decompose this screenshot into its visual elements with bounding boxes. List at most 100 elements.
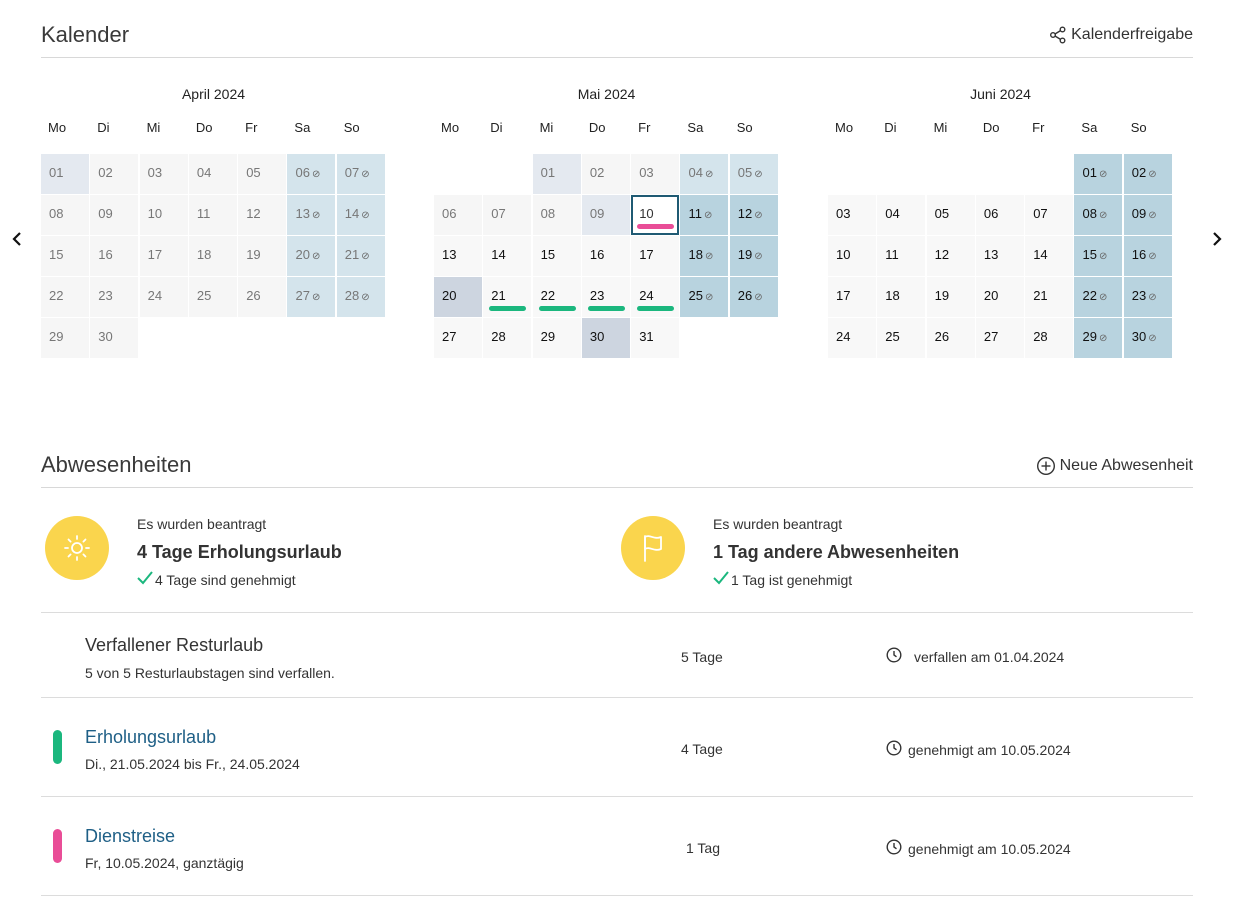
day-cell[interactable]: 25: [188, 277, 237, 317]
day-cell[interactable]: 19: [238, 236, 287, 276]
day-cell[interactable]: 27: [975, 318, 1024, 358]
absence-row-title-link[interactable]: Erholungsurlaub: [85, 727, 216, 748]
calendar-share-button[interactable]: Kalenderfreigabe: [1049, 26, 1193, 44]
day-cell[interactable]: 07: [1025, 195, 1074, 235]
day-cell[interactable]: 19: [926, 277, 975, 317]
day-cell[interactable]: 20 ⊘: [287, 236, 336, 276]
day-cell[interactable]: 01 ⊘: [1074, 154, 1123, 194]
day-cell[interactable]: 23: [581, 277, 630, 317]
day-cell[interactable]: 04 ⊘: [680, 154, 729, 194]
day-cell[interactable]: 13: [434, 236, 482, 276]
day-cell[interactable]: 18 ⊘: [680, 236, 729, 276]
day-cell[interactable]: 07 ⊘: [336, 154, 385, 194]
day-cell[interactable]: 26: [926, 318, 975, 358]
day-cell[interactable]: 14 ⊘: [336, 195, 385, 235]
day-cell[interactable]: 12: [238, 195, 287, 235]
day-cell[interactable]: 03: [631, 154, 680, 194]
day-cell[interactable]: 03: [139, 154, 188, 194]
day-cell[interactable]: 02: [581, 154, 630, 194]
day-cell[interactable]: 08 ⊘: [1074, 195, 1123, 235]
day-cell-today[interactable]: 10: [631, 195, 680, 235]
day-cell[interactable]: 28: [483, 318, 532, 358]
day-cell[interactable]: 21: [483, 277, 532, 317]
day-cell[interactable]: 25: [877, 318, 926, 358]
day-cell[interactable]: 24: [139, 277, 188, 317]
day-cell[interactable]: 24: [631, 277, 680, 317]
new-absence-button[interactable]: Neue Abwesenheit: [1036, 456, 1193, 476]
day-cell[interactable]: 27 ⊘: [287, 277, 336, 317]
day-cell[interactable]: 21 ⊘: [336, 236, 385, 276]
day-cell[interactable]: 17: [828, 277, 876, 317]
day-cell[interactable]: 16: [90, 236, 139, 276]
absence-row-vacation[interactable]: Erholungsurlaub Di., 21.05.2024 bis Fr.,…: [41, 697, 1193, 797]
day-cell[interactable]: 14: [1025, 236, 1074, 276]
day-cell[interactable]: 05: [926, 195, 975, 235]
day-cell[interactable]: 22: [532, 277, 581, 317]
day-cell[interactable]: 26 ⊘: [729, 277, 778, 317]
day-cell[interactable]: 01: [41, 154, 89, 194]
day-cell[interactable]: 01: [532, 154, 581, 194]
absence-row-business-trip[interactable]: Dienstreise Fr, 10.05.2024, ganztägig 1 …: [41, 796, 1193, 896]
day-cell[interactable]: 30 ⊘: [1123, 318, 1172, 358]
day-cell[interactable]: 17: [139, 236, 188, 276]
day-cell[interactable]: 06: [434, 195, 482, 235]
day-cell[interactable]: 27: [434, 318, 482, 358]
day-cell[interactable]: 24: [828, 318, 876, 358]
day-cell[interactable]: 13: [975, 236, 1024, 276]
day-cell[interactable]: 28: [1025, 318, 1074, 358]
day-cell[interactable]: 05: [238, 154, 287, 194]
day-cell[interactable]: 18: [877, 277, 926, 317]
day-cell[interactable]: 13 ⊘: [287, 195, 336, 235]
day-cell[interactable]: 02: [90, 154, 139, 194]
day-cell[interactable]: 20: [975, 277, 1024, 317]
day-cell[interactable]: 09: [581, 195, 630, 235]
day-cell[interactable]: 07: [483, 195, 532, 235]
day-cell[interactable]: 04: [188, 154, 237, 194]
day-cell[interactable]: 14: [483, 236, 532, 276]
day-cell[interactable]: 06 ⊘: [287, 154, 336, 194]
day-cell[interactable]: 19 ⊘: [729, 236, 778, 276]
day-cell[interactable]: 10: [139, 195, 188, 235]
day-cell[interactable]: 15 ⊘: [1074, 236, 1123, 276]
day-cell[interactable]: 25 ⊘: [680, 277, 729, 317]
absence-row-title-link[interactable]: Dienstreise: [85, 826, 175, 847]
day-cell[interactable]: 23 ⊘: [1123, 277, 1172, 317]
day-cell[interactable]: 11: [877, 236, 926, 276]
day-cell[interactable]: 02 ⊘: [1123, 154, 1172, 194]
day-cell[interactable]: 20: [434, 277, 482, 317]
day-cell[interactable]: 31: [631, 318, 680, 358]
day-cell[interactable]: 15: [532, 236, 581, 276]
day-cell[interactable]: 15: [41, 236, 89, 276]
day-cell[interactable]: 22: [41, 277, 89, 317]
day-cell[interactable]: 29: [41, 318, 89, 358]
day-cell[interactable]: 11: [188, 195, 237, 235]
day-cell[interactable]: 21: [1025, 277, 1074, 317]
day-cell[interactable]: 23: [90, 277, 139, 317]
day-cell[interactable]: 12 ⊘: [729, 195, 778, 235]
prev-month-button[interactable]: [7, 230, 27, 252]
day-cell[interactable]: 10: [828, 236, 876, 276]
day-cell[interactable]: 28 ⊘: [336, 277, 385, 317]
day-cell[interactable]: 12: [926, 236, 975, 276]
day-cell[interactable]: 04: [877, 195, 926, 235]
day-cell[interactable]: 17: [631, 236, 680, 276]
day-cell[interactable]: 11 ⊘: [680, 195, 729, 235]
day-cell[interactable]: 30: [90, 318, 139, 358]
month-may: Mai 2024 Mo Di Mi Do Fr Sa So 01 02 03 04 ⊘ 05 ⊘ 06 07 08…: [434, 86, 779, 358]
day-cell[interactable]: 30: [581, 318, 630, 358]
day-cell[interactable]: 22 ⊘: [1074, 277, 1123, 317]
day-cell[interactable]: 08: [41, 195, 89, 235]
day-cell[interactable]: 29 ⊘: [1074, 318, 1123, 358]
day-cell[interactable]: 29: [532, 318, 581, 358]
day-cell[interactable]: 16 ⊘: [1123, 236, 1172, 276]
day-cell[interactable]: 05 ⊘: [729, 154, 778, 194]
day-cell[interactable]: 06: [975, 195, 1024, 235]
day-cell[interactable]: 18: [188, 236, 237, 276]
day-cell[interactable]: 03: [828, 195, 876, 235]
day-cell[interactable]: 26: [238, 277, 287, 317]
day-cell[interactable]: 08: [532, 195, 581, 235]
next-month-button[interactable]: [1207, 230, 1227, 252]
day-cell[interactable]: 09 ⊘: [1123, 195, 1172, 235]
day-cell[interactable]: 09: [90, 195, 139, 235]
day-cell[interactable]: 16: [581, 236, 630, 276]
